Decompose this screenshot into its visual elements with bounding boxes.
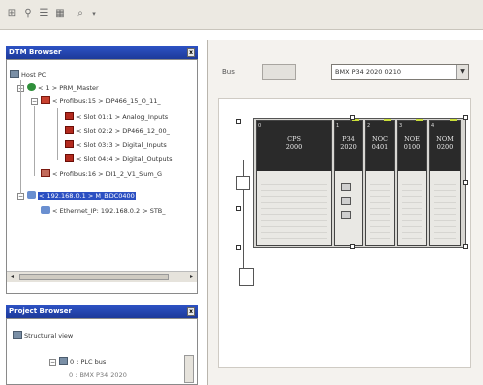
handle-icon[interactable] xyxy=(463,244,468,249)
tree-item-host-pc[interactable]: Host PC xyxy=(10,70,46,80)
rack-select-value: BMX P34 2020 0210 xyxy=(335,68,401,76)
module-noc[interactable]: 2 NOC 0401 xyxy=(365,119,395,246)
module-name: NOM xyxy=(436,135,454,143)
plc-icon xyxy=(59,357,68,365)
tree-item-cpu[interactable]: 0 : BMX P34 2020 xyxy=(69,370,127,380)
dtm-browser-title: DTM Browser x xyxy=(6,46,198,59)
vertical-scrollbar[interactable] xyxy=(184,355,194,383)
device-icon xyxy=(41,96,50,104)
network-icon xyxy=(41,206,50,214)
tree-item-profibus-16[interactable]: < Profibus:16 > DI1_2_V1_Sum_G xyxy=(41,169,162,179)
tree-item-plc-bus[interactable]: 0 : PLC bus xyxy=(59,357,106,367)
slot-icon xyxy=(65,154,74,162)
expander-icon[interactable]: − xyxy=(17,193,24,200)
module-name: NOC xyxy=(372,135,388,143)
network-icon[interactable]: ⚲ xyxy=(22,8,34,20)
module-name: P34 xyxy=(342,135,355,143)
handle-icon[interactable] xyxy=(236,119,241,124)
module-model: 2020 xyxy=(340,143,357,151)
tree-item-profibus-15[interactable]: < Profibus:15 > DP466_15_0_11_ xyxy=(41,96,161,106)
slot-icon xyxy=(65,112,74,120)
structure-icon xyxy=(13,331,22,339)
expander-icon[interactable]: − xyxy=(49,359,56,366)
master-icon xyxy=(27,83,36,91)
module-name: CPS xyxy=(287,135,301,143)
module-head: 2 NOC 0401 xyxy=(366,121,394,171)
handle-icon[interactable] xyxy=(350,244,355,249)
tree-line xyxy=(20,80,21,194)
slot-number: 1 xyxy=(336,123,340,129)
module-head: 1 P34 2020 xyxy=(335,121,362,171)
module-panel xyxy=(434,179,456,239)
module-head: 3 NOE 0100 xyxy=(398,121,426,171)
slot-icon xyxy=(65,140,74,148)
module-model: 0100 xyxy=(403,143,421,151)
handle-icon[interactable] xyxy=(463,180,468,185)
zoom-icon[interactable]: ⌕ xyxy=(74,8,86,20)
handle-icon[interactable] xyxy=(236,245,241,250)
module-model: 0401 xyxy=(371,143,389,151)
close-icon[interactable]: x xyxy=(187,48,195,57)
module-nom[interactable]: 4 NOM 0200 xyxy=(429,119,461,246)
module-cps[interactable]: 0 CPS 2000 xyxy=(256,120,332,246)
module-model: 0200 xyxy=(436,143,454,151)
module-panel xyxy=(402,179,422,239)
slot-icon xyxy=(65,126,74,134)
tree-item-slot-4[interactable]: < Slot 04:4 > Digital_Outputs xyxy=(65,154,173,164)
scrollbar-thumb[interactable] xyxy=(19,274,169,280)
chevron-down-icon[interactable]: ▼ xyxy=(456,65,468,79)
expander-icon[interactable]: − xyxy=(31,98,38,105)
chevron-down-icon[interactable]: ▾ xyxy=(88,8,100,20)
module-p34[interactable]: 1 P34 2020 xyxy=(334,119,363,246)
device-icon xyxy=(41,169,50,177)
horizontal-scrollbar[interactable]: ◂ ▸ xyxy=(7,271,197,282)
slot-number: 0 xyxy=(258,123,262,129)
module-name: NOE xyxy=(404,135,420,143)
pc-icon xyxy=(10,70,19,78)
tree-item-slot-1[interactable]: < Slot 01:1 > Analog_Inputs xyxy=(65,112,168,122)
scroll-right-icon[interactable]: ▸ xyxy=(187,273,196,281)
module-noe[interactable]: 3 NOE 0100 xyxy=(397,119,427,246)
extension-box[interactable] xyxy=(239,268,254,286)
tree-item-slot-2[interactable]: < Slot 02:2 > DP466_12_00_ xyxy=(65,126,170,136)
module-panel xyxy=(370,179,390,239)
tree-line xyxy=(57,108,58,160)
module-head: 4 NOM 0200 xyxy=(430,121,460,171)
structural-view-item[interactable]: Structural view xyxy=(13,331,73,341)
port-icon xyxy=(341,211,351,219)
module-model: 2000 xyxy=(285,143,303,151)
tree-item-slot-3[interactable]: < Slot 03:3 > Digital_Inputs xyxy=(65,140,167,150)
port-icon xyxy=(341,197,351,205)
list-icon[interactable]: ☰ xyxy=(38,8,50,20)
project-browser-tree: Structural view − 0 : PLC bus 0 : BMX P3… xyxy=(6,318,198,385)
tree-item-master[interactable]: < 1 > PRM_Master xyxy=(27,83,99,93)
dtm-browser-tree: Host PC − < 1 > PRM_Master − < Profibus:… xyxy=(6,59,198,294)
tree-item-m-bdc0400[interactable]: < 192.168.0.1 > M_BDC0400 xyxy=(27,191,136,201)
tree-icon[interactable]: ⊞ xyxy=(6,8,18,20)
bus-connector[interactable] xyxy=(236,176,250,190)
close-icon[interactable]: x xyxy=(187,307,195,316)
bus-number-field[interactable] xyxy=(262,64,296,80)
rack-select[interactable]: BMX P34 2020 0210 ▼ xyxy=(331,64,469,80)
network-icon xyxy=(27,191,36,199)
slot-number: 4 xyxy=(431,123,435,129)
main-toolbar: ⊞ ⚲ ☰ ▦ ⌕ ▾ xyxy=(0,0,483,30)
bus-label: Bus xyxy=(222,68,235,76)
handle-icon[interactable] xyxy=(463,115,468,120)
module-panel xyxy=(261,179,327,239)
port-icon xyxy=(341,183,351,191)
properties-icon[interactable]: ▦ xyxy=(54,8,66,20)
handle-icon[interactable] xyxy=(236,206,241,211)
tree-item-ethernet-ip[interactable]: < Ethernet_IP: 192.168.0.2 > STB_ xyxy=(41,206,166,216)
module-head: 0 CPS 2000 xyxy=(257,121,331,171)
project-browser-title: Project Browser x xyxy=(6,305,198,318)
tree-line xyxy=(34,106,35,176)
slot-number: 3 xyxy=(399,123,403,129)
slot-number: 2 xyxy=(367,123,371,129)
module-panel xyxy=(339,179,358,239)
scroll-left-icon[interactable]: ◂ xyxy=(8,273,17,281)
handle-icon[interactable] xyxy=(350,115,355,120)
